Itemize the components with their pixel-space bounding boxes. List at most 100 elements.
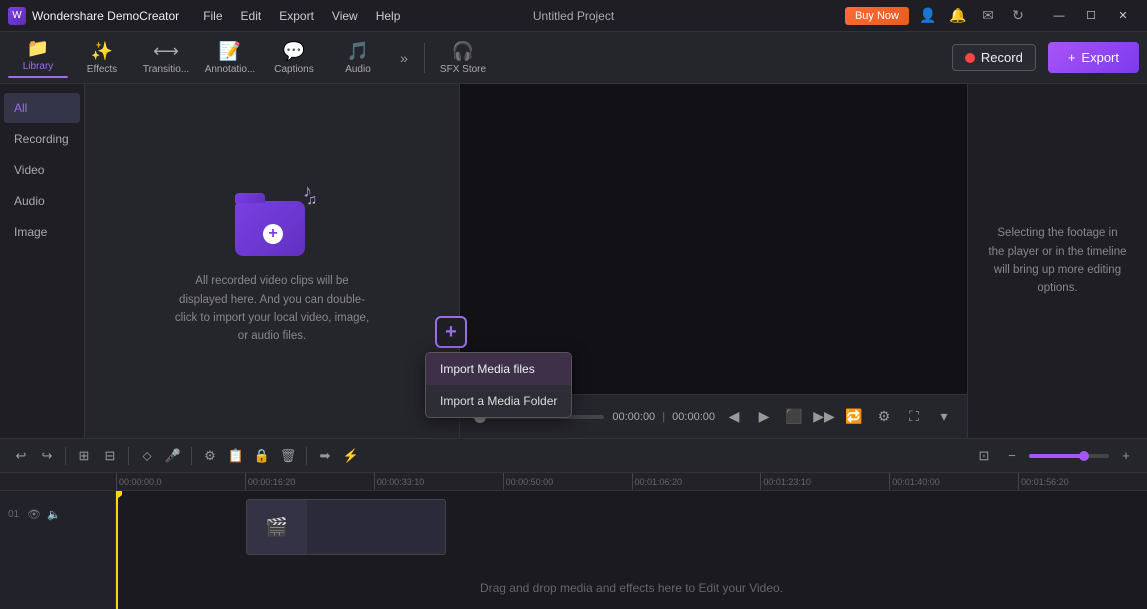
transitions-icon: ⟷ bbox=[153, 41, 179, 62]
total-time: 00:00:00 bbox=[672, 411, 715, 423]
menu-export[interactable]: Export bbox=[271, 7, 322, 25]
cat-all[interactable]: All bbox=[4, 93, 80, 123]
track-mute-icon[interactable]: 🔈 bbox=[46, 506, 62, 522]
toolbar-library[interactable]: 📁 Library bbox=[8, 36, 68, 80]
effects-label: Effects bbox=[87, 64, 117, 75]
fullscreen-button[interactable]: ⛶ bbox=[903, 406, 925, 428]
ruler-marks: 00:00:00.0 00:00:16:20 00:00:33:10 00:00… bbox=[116, 473, 1147, 491]
library-label: Library bbox=[23, 61, 54, 72]
notification-icon[interactable]: 🔔 bbox=[947, 5, 969, 27]
folder-plus-icon: + bbox=[263, 224, 283, 244]
window-controls: — ☐ ✕ bbox=[1043, 6, 1139, 26]
right-panel-text: Selecting the footage in the player or i… bbox=[988, 224, 1127, 298]
settings-tl-button[interactable]: ⚙ bbox=[199, 445, 221, 467]
toolbar-more-button[interactable]: » bbox=[392, 36, 416, 80]
logo-icon: W bbox=[8, 7, 26, 25]
redo-button[interactable]: ↪ bbox=[36, 445, 58, 467]
transitions-label: Transitio... bbox=[143, 64, 189, 75]
zoom-in-button[interactable]: + bbox=[1115, 445, 1137, 467]
record-button[interactable]: Record bbox=[952, 44, 1036, 71]
zoom-thumb[interactable] bbox=[1079, 451, 1089, 461]
ruler-mark-4: 00:01:06:20 bbox=[632, 473, 761, 491]
buy-now-button[interactable]: Buy Now bbox=[845, 7, 909, 25]
menu-edit[interactable]: Edit bbox=[233, 7, 270, 25]
minimize-button[interactable]: — bbox=[1043, 6, 1075, 26]
ruler-mark-5: 00:01:23:10 bbox=[760, 473, 889, 491]
cat-recording[interactable]: Recording bbox=[4, 124, 80, 154]
toolbar-transitions[interactable]: ⟷ Transitio... bbox=[136, 36, 196, 80]
main-toolbar: 📁 Library ✨ Effects ⟷ Transitio... 📝 Ann… bbox=[0, 32, 1147, 84]
next-frame-button[interactable]: ▶▶ bbox=[813, 406, 835, 428]
arrow-button[interactable]: ➡ bbox=[314, 445, 336, 467]
toolbar-annotations[interactable]: 📝 Annotatio... bbox=[200, 36, 260, 80]
sidebar-description: All recorded video clips will be display… bbox=[172, 272, 372, 346]
zoom-controls: ⊡ − + bbox=[973, 445, 1137, 467]
play-button[interactable]: ▶ bbox=[753, 406, 775, 428]
ruler-mark-2: 00:00:33:10 bbox=[374, 473, 503, 491]
settings-button[interactable]: ⚙ bbox=[873, 406, 895, 428]
ruler-mark-0: 00:00:00.0 bbox=[116, 473, 245, 491]
timeline-tracks-sidebar: 01 👁 🔈 bbox=[0, 491, 116, 609]
track-eye-icon[interactable]: 👁 bbox=[26, 506, 42, 522]
clipboard-button[interactable]: 📋 bbox=[225, 445, 247, 467]
close-button[interactable]: ✕ bbox=[1107, 6, 1139, 26]
audio-icon: 🎵 bbox=[347, 41, 369, 62]
loop-button[interactable]: 🔁 bbox=[843, 406, 865, 428]
export-button[interactable]: + Export bbox=[1048, 42, 1139, 73]
delete-button[interactable]: ⊟ bbox=[99, 445, 121, 467]
message-icon[interactable]: ✉ bbox=[977, 5, 999, 27]
sidebar-content: ♪ ♫ + All recorded video clips will be d… bbox=[85, 84, 459, 438]
playhead[interactable] bbox=[116, 491, 118, 609]
track-1-controls: 01 👁 🔈 bbox=[0, 495, 115, 533]
timeline-tracks[interactable]: 🎬 Drag and drop media and effects here t… bbox=[116, 491, 1147, 609]
title-bar-right: Buy Now 👤 🔔 ✉ ↻ — ☐ ✕ bbox=[845, 5, 1139, 27]
import-folder-item[interactable]: Import a Media Folder bbox=[426, 385, 571, 417]
toolbar-captions[interactable]: 💬 Captions bbox=[264, 36, 324, 80]
undo-button[interactable]: ↩ bbox=[10, 445, 32, 467]
playhead-marker bbox=[116, 491, 122, 499]
trash-button[interactable]: 🗑 bbox=[277, 445, 299, 467]
menu-view[interactable]: View bbox=[324, 7, 366, 25]
marker-button[interactable]: ⬦ bbox=[136, 445, 158, 467]
drag-drop-hint: Drag and drop media and effects here to … bbox=[116, 571, 1147, 605]
prev-frame-button[interactable]: ◀ bbox=[723, 406, 745, 428]
cat-image[interactable]: Image bbox=[4, 217, 80, 247]
zoom-out-button[interactable]: − bbox=[1001, 445, 1023, 467]
fit-button[interactable]: ⊡ bbox=[973, 445, 995, 467]
tl-sep-1 bbox=[65, 447, 66, 465]
stop-button[interactable]: ⬛ bbox=[783, 406, 805, 428]
time-display: 00:00:00 | 00:00:00 bbox=[612, 411, 715, 423]
timeline-toolbar: ↩ ↪ ⊞ ⊟ ⬦ 🎤 ⚙ 📋 🔒 🗑 ➡ ⚡ ⊡ − + bbox=[0, 439, 1147, 473]
menu-help[interactable]: Help bbox=[368, 7, 409, 25]
import-menu-wrapper: + Import Media files Import a Media Fold… bbox=[435, 316, 467, 348]
record-indicator bbox=[965, 53, 975, 63]
split-button[interactable]: ⊞ bbox=[73, 445, 95, 467]
voice-button[interactable]: 🎤 bbox=[162, 445, 184, 467]
import-plus-button[interactable]: + bbox=[435, 316, 467, 348]
title-bar: W Wondershare DemoCreator File Edit Expo… bbox=[0, 0, 1147, 32]
cat-video[interactable]: Video bbox=[4, 155, 80, 185]
lock-button[interactable]: 🔒 bbox=[251, 445, 273, 467]
sfx-label: SFX Store bbox=[440, 64, 486, 75]
main-area: All Recording Video Audio Image ♪ ♫ + Al… bbox=[0, 84, 1147, 438]
timeline-clip[interactable]: 🎬 bbox=[246, 499, 446, 555]
audio-label: Audio bbox=[345, 64, 371, 75]
toolbar-effects[interactable]: ✨ Effects bbox=[72, 36, 132, 80]
maximize-button[interactable]: ☐ bbox=[1075, 6, 1107, 26]
clip-thumb-icon: 🎬 bbox=[266, 517, 288, 538]
tl-sep-4 bbox=[306, 447, 307, 465]
sfx-icon: 🎧 bbox=[452, 41, 474, 62]
cat-audio[interactable]: Audio bbox=[4, 186, 80, 216]
dropdown-button[interactable]: ▾ bbox=[933, 406, 955, 428]
toolbar-audio[interactable]: 🎵 Audio bbox=[328, 36, 388, 80]
menu-file[interactable]: File bbox=[195, 7, 230, 25]
snap-button[interactable]: ⚡ bbox=[340, 445, 362, 467]
account-icon[interactable]: 👤 bbox=[917, 5, 939, 27]
toolbar-sfx-store[interactable]: 🎧 SFX Store bbox=[433, 36, 493, 80]
refresh-icon[interactable]: ↻ bbox=[1007, 5, 1029, 27]
menu-bar: File Edit Export View Help bbox=[195, 7, 408, 25]
import-files-item[interactable]: Import Media files bbox=[426, 353, 571, 385]
zoom-slider[interactable] bbox=[1029, 454, 1109, 458]
preview-canvas[interactable] bbox=[460, 84, 967, 394]
tl-sep-2 bbox=[128, 447, 129, 465]
